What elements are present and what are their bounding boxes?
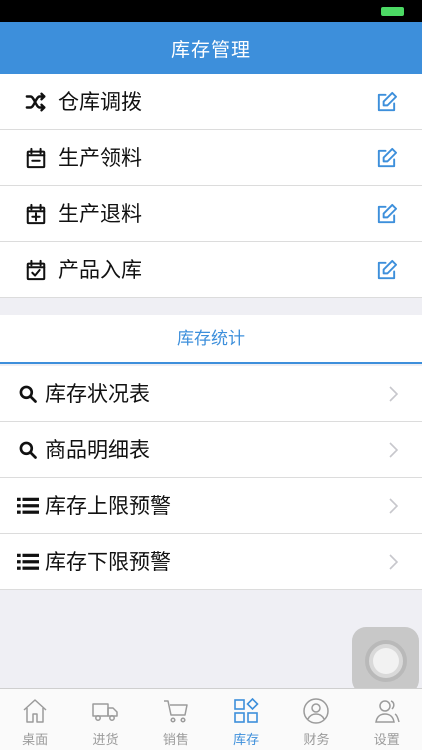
assistive-touch-button[interactable] <box>352 627 419 694</box>
list-item-label: 生产退料 <box>58 202 142 226</box>
list-item-stock-status[interactable]: 库存状况表 <box>0 366 422 422</box>
tab-label: 设置 <box>373 733 400 748</box>
edit-icon[interactable] <box>375 147 398 170</box>
tab-inventory[interactable]: 库存 <box>211 689 281 750</box>
status-bar <box>0 0 422 22</box>
list-item-product-detail[interactable]: 商品明细表 <box>0 422 422 478</box>
tab-finance[interactable]: 财务 <box>281 689 351 750</box>
calendar-minus-icon <box>26 147 46 169</box>
chevron-right-icon <box>389 442 398 458</box>
list-icon <box>17 497 39 514</box>
list-item-product-inbound[interactable]: 产品入库 <box>0 242 422 298</box>
tab-desktop[interactable]: 桌面 <box>0 689 70 750</box>
list-item-label: 商品明细表 <box>45 438 150 462</box>
list-item-label: 仓库调拨 <box>58 90 142 114</box>
edit-icon[interactable] <box>375 203 398 226</box>
grid-icon <box>234 697 259 723</box>
tab-label: 财务 <box>303 733 330 748</box>
chevron-right-icon <box>389 498 398 514</box>
truck-icon <box>92 703 119 721</box>
search-icon <box>19 385 37 403</box>
list-item-upper-limit-warning[interactable]: 库存上限预警 <box>0 478 422 534</box>
list-item-warehouse-transfer[interactable]: 仓库调拨 <box>0 74 422 130</box>
tab-label: 桌面 <box>22 733 49 748</box>
home-icon <box>23 699 47 723</box>
battery-icon <box>381 7 404 16</box>
inventory-stats-list: 库存状况表 商品明细表 库存上限预警 库存下限预警 <box>0 366 422 590</box>
cart-icon <box>163 700 188 723</box>
list-item-label: 生产领料 <box>58 146 142 170</box>
edit-icon[interactable] <box>375 259 398 282</box>
list-item-label: 库存下限预警 <box>45 550 171 574</box>
list-item-production-return[interactable]: 生产退料 <box>0 186 422 242</box>
list-item-production-requisition[interactable]: 生产领料 <box>0 130 422 186</box>
assistive-touch-icon <box>364 639 407 682</box>
tab-label: 销售 <box>162 733 189 748</box>
tab-label: 进货 <box>92 733 119 748</box>
tab-sales[interactable]: 销售 <box>141 689 211 750</box>
tab-purchase[interactable]: 进货 <box>70 689 140 750</box>
nav-bar: 库存管理 <box>0 22 422 74</box>
page-title: 库存管理 <box>170 38 251 61</box>
search-icon <box>19 441 37 459</box>
list-item-label: 产品入库 <box>58 258 142 282</box>
tab-label: 库存 <box>233 733 260 748</box>
chevron-right-icon <box>389 554 398 570</box>
list-item-label: 库存状况表 <box>45 382 150 406</box>
tab-settings[interactable]: 设置 <box>352 689 422 750</box>
list-icon <box>17 553 39 570</box>
edit-icon[interactable] <box>375 91 398 114</box>
tab-bar: 桌面 进货 销售 库存 财务 设置 <box>0 688 422 750</box>
list-item-lower-limit-warning[interactable]: 库存下限预警 <box>0 534 422 590</box>
chevron-right-icon <box>389 386 398 402</box>
calendar-plus-icon <box>26 203 46 225</box>
users-icon <box>374 700 400 723</box>
section-header-inventory-stats: 库存统计 <box>0 315 422 364</box>
user-circle-icon <box>303 698 330 724</box>
shuffle-icon <box>25 92 46 112</box>
calendar-check-icon <box>26 259 46 281</box>
inventory-management-list: 仓库调拨 生产领料 生产退料 产品入库 <box>0 74 422 298</box>
list-item-label: 库存上限预警 <box>45 494 171 518</box>
